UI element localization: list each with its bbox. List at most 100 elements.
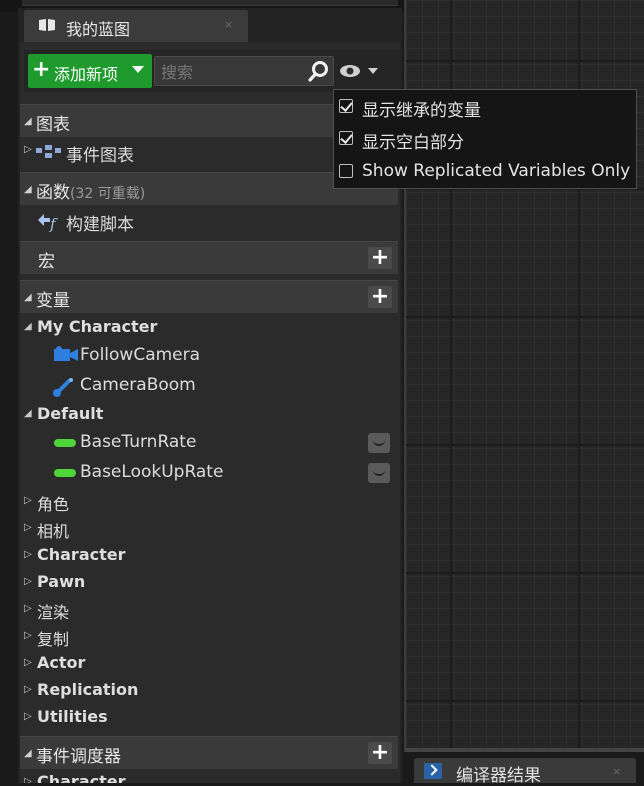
category-collapsed[interactable]: ▷ 角色: [20, 488, 398, 515]
section-functions-overridable: (32 可重载): [70, 186, 146, 202]
collapse-triangle-icon: ▷: [24, 549, 32, 560]
variable-follow-camera[interactable]: FollowCamera: [20, 341, 398, 371]
variable-label: CameraBoom: [80, 375, 196, 395]
function-icon: f: [38, 214, 58, 232]
menu-item-show-inherited-variables[interactable]: 显示继承的变量: [334, 92, 636, 122]
variable-base-turn-rate[interactable]: BaseTurnRate: [20, 428, 398, 458]
collapse-triangle-icon: ▷: [24, 144, 32, 155]
tab-my-blueprint[interactable]: 我的蓝图 ×: [24, 10, 248, 42]
collapse-triangle-icon: ▷: [24, 711, 32, 722]
category-label: 相机: [37, 522, 70, 541]
expand-triangle-icon: ◢: [24, 748, 32, 759]
category-label: 角色: [37, 495, 70, 514]
close-icon[interactable]: ×: [612, 765, 621, 778]
tab-label: 我的蓝图: [66, 20, 131, 39]
category-collapsed[interactable]: ▷ Character: [20, 542, 398, 569]
category-collapsed[interactable]: ▷ Replication: [20, 677, 398, 704]
function-item-construction-script[interactable]: f 构建脚本: [20, 206, 398, 236]
collapse-triangle-icon: ▷: [24, 684, 32, 695]
category-collapsed[interactable]: ▷ 复制: [20, 623, 398, 650]
menu-item-label: 显示继承的变量: [362, 101, 481, 121]
expand-triangle-icon: ◢: [24, 321, 32, 332]
view-options-menu: 显示继承的变量 显示空白部分 Show Replicated Variables…: [333, 89, 637, 189]
visibility-eye-icon[interactable]: [368, 433, 390, 453]
menu-item-show-replicated-only[interactable]: Show Replicated Variables Only: [334, 157, 636, 187]
category-label: Replication: [37, 680, 139, 699]
category-label: Actor: [37, 653, 86, 672]
category-label: Character: [37, 772, 126, 783]
add-variable-button[interactable]: +: [368, 286, 392, 308]
add-macro-button[interactable]: +: [368, 247, 392, 269]
section-macros[interactable]: 宏 +: [20, 241, 398, 274]
variable-label: FollowCamera: [80, 345, 201, 365]
section-dispatchers-label: 事件调度器: [36, 747, 121, 767]
variable-camera-boom[interactable]: CameraBoom: [20, 371, 398, 401]
graph-bottom-edge: [406, 748, 644, 752]
section-macros-label: 宏: [38, 252, 55, 272]
checkbox[interactable]: [339, 164, 353, 178]
section-event-dispatchers[interactable]: ◢ 事件调度器 +: [20, 736, 398, 769]
category-collapsed[interactable]: ▷ Pawn: [20, 569, 398, 596]
section-variables[interactable]: ◢ 变量 +: [20, 280, 398, 313]
event-graph-icon: [36, 145, 61, 158]
section-functions-title: 函数: [36, 183, 70, 203]
graph-item-label: 事件图表: [66, 146, 134, 166]
float-variable-pill-icon: [54, 469, 76, 477]
collapse-triangle-icon: ▷: [24, 495, 32, 506]
checkbox[interactable]: [339, 131, 353, 145]
collapse-triangle-icon: ▷: [24, 576, 32, 587]
category-label: Utilities: [37, 707, 108, 726]
collapse-triangle-icon: ▷: [24, 522, 32, 533]
category-collapsed[interactable]: ▷ Utilities: [20, 704, 398, 731]
collapse-triangle-icon: ▷: [24, 776, 32, 783]
add-dispatcher-button[interactable]: +: [368, 742, 392, 764]
tab-label: 编译器结果: [456, 766, 541, 786]
expand-triangle-icon: ◢: [24, 116, 32, 127]
category-my-character[interactable]: ◢ My Character: [20, 314, 398, 341]
compiler-results-icon: [424, 763, 442, 779]
category-collapsed[interactable]: ▷ 渲染: [20, 596, 398, 623]
collapse-triangle-icon: ▷: [24, 630, 32, 641]
collapse-triangle-icon: ▷: [24, 657, 32, 668]
dispatcher-category[interactable]: ▷ Character: [20, 769, 398, 783]
camera-component-icon: [54, 346, 78, 361]
category-default[interactable]: ◢ Default: [20, 401, 398, 428]
search-icon[interactable]: [307, 59, 331, 83]
plus-icon: +: [32, 57, 51, 82]
collapse-triangle-icon: ▷: [24, 603, 32, 614]
float-variable-pill-icon: [54, 439, 76, 447]
search-box[interactable]: [154, 56, 334, 86]
search-input[interactable]: [159, 60, 303, 84]
menu-item-label: Show Replicated Variables Only: [362, 161, 631, 181]
menu-item-show-empty-sections[interactable]: 显示空白部分: [334, 124, 636, 154]
category-collapsed[interactable]: ▷ Actor: [20, 650, 398, 677]
variable-label: BaseLookUpRate: [80, 462, 224, 482]
category-label: 渲染: [37, 603, 70, 622]
function-item-label: 构建脚本: [66, 215, 134, 235]
add-new-label: 添加新项: [54, 65, 119, 84]
category-label: Default: [37, 404, 104, 423]
close-icon[interactable]: ×: [224, 18, 233, 31]
section-graphs-label: 图表: [36, 115, 70, 135]
tab-compiler-results[interactable]: 编译器结果 ×: [414, 758, 636, 786]
variable-label: BaseTurnRate: [80, 432, 197, 452]
category-label: Pawn: [37, 572, 86, 591]
visibility-eye-icon[interactable]: [368, 463, 390, 483]
section-functions-label: 函数(32 可重载): [36, 178, 145, 203]
expand-triangle-icon: ◢: [24, 184, 32, 195]
category-label: Character: [37, 545, 126, 564]
category-label: My Character: [37, 317, 158, 336]
add-new-button[interactable]: + 添加新项: [28, 54, 152, 88]
category-collapsed[interactable]: ▷ 相机: [20, 515, 398, 542]
menu-item-label: 显示空白部分: [362, 133, 464, 153]
section-variables-label: 变量: [36, 291, 70, 311]
variable-base-look-up-rate[interactable]: BaseLookUpRate: [20, 458, 398, 488]
view-options-eye-icon[interactable]: [338, 58, 386, 84]
spring-arm-icon: [53, 378, 73, 397]
checkbox[interactable]: [339, 99, 353, 113]
svg-text:f: f: [49, 215, 58, 232]
chevron-down-icon: [132, 66, 144, 73]
expand-triangle-icon: ◢: [24, 292, 32, 303]
expand-triangle-icon: ◢: [24, 408, 32, 419]
book-icon: [39, 19, 55, 31]
